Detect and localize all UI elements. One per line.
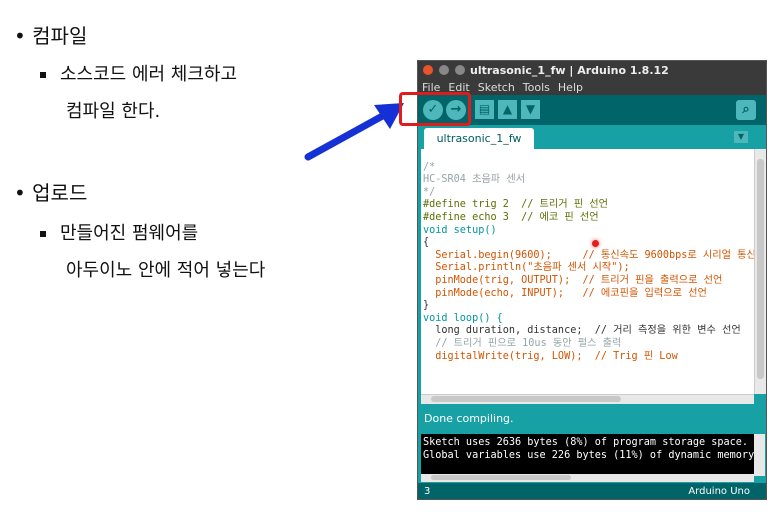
title-bar: ultrasonic_1_fw | Arduino 1.8.12 [418, 61, 766, 81]
code-line: */ [423, 186, 436, 198]
code-line: { [423, 237, 430, 249]
code-line: pinMode(trig, OUTPUT); // 트리거 핀을 출력으로 선언 [423, 274, 723, 286]
sub-upload-line2: 아두이노 안에 적어 넣는다 [66, 260, 266, 281]
serial-monitor-icon[interactable]: ⌕ [736, 100, 756, 120]
minimize-window-icon[interactable] [438, 65, 449, 75]
open-icon[interactable]: ▲ [498, 100, 517, 119]
code-line: #define trig 2 // 트리거 핀 선언 [423, 199, 609, 211]
window-title: ultrasonic_1_fw | Arduino 1.8.12 [470, 64, 669, 77]
status-bar: Done compiling. [418, 407, 766, 431]
code-line: #define echo 3 // 에코 핀 선언 [423, 211, 599, 223]
maximize-window-icon[interactable] [454, 65, 465, 75]
bottom-bar: 3 Arduino Uno [418, 483, 766, 499]
console-line: Global variables use 226 bytes (11%) of … [423, 450, 754, 461]
code-line: } [423, 300, 430, 312]
scrollbar-thumb[interactable] [757, 159, 764, 379]
code-line: HC-SR04 초음파 센서 [423, 174, 526, 186]
code-line: Serial.println("초음파 센서 시작"); [423, 262, 630, 274]
sub-upload-line1: 만들어진 펌웨어를 [40, 219, 198, 245]
code-line: /* [423, 161, 436, 173]
tab-menu-chevron-down-icon[interactable]: ▼ [734, 131, 748, 143]
scrollbar-thumb[interactable] [431, 396, 621, 402]
bullet-compile: • 컴파일 [14, 24, 88, 48]
bullet-upload: • 업로드 [14, 181, 88, 205]
bullet-upload-label: 업로드 [32, 181, 88, 205]
sub-compile-line2: 컴파일 한다. [66, 101, 161, 122]
editor-horizontal-scrollbar[interactable] [421, 394, 754, 404]
close-window-icon[interactable] [423, 65, 433, 75]
code-line: pinMode(echo, INPUT); // 에코핀을 입력으로 선언 [423, 287, 707, 299]
code-line: Serial.begin(9600); // 통신속도 9600bps로 시리얼… [423, 249, 754, 261]
cursor-dot-icon [592, 240, 599, 247]
board-name: Arduino Uno [688, 486, 750, 497]
code-editor[interactable]: /* HC-SR04 초음파 센서 */#define trig 2 // 트리거 … [421, 149, 754, 394]
bullet-compile-label: 컴파일 [32, 24, 88, 48]
status-text: Done compiling. [424, 412, 514, 425]
console-horizontal-scrollbar[interactable] [421, 474, 754, 482]
code-line: long duration, distance; // 거리 측정을 위한 변수… [423, 325, 741, 337]
code-line: void setup() [423, 224, 497, 236]
save-icon[interactable]: ▼ [521, 100, 540, 119]
menu-help[interactable]: Help [558, 81, 583, 94]
code-line: // 트리거 핀으로 10us 동안 펄스 출력 [423, 337, 622, 349]
verify-upload-highlight-box [399, 92, 471, 126]
editor-vertical-scrollbar[interactable] [754, 149, 766, 394]
square-bullet-icon [40, 72, 46, 78]
arduino-ide-window: ultrasonic_1_fw | Arduino 1.8.12 File Edi… [417, 60, 767, 500]
code-line: void loop() { [423, 312, 503, 324]
square-bullet-icon [40, 231, 46, 237]
code-line: digitalWrite(trig, LOW); // Trig 핀 Low [423, 350, 678, 362]
tab-ultrasonic-1-fw[interactable]: ultrasonic_1_fw [424, 128, 534, 149]
menu-sketch[interactable]: Sketch [478, 81, 515, 94]
sub-compile-line1: 소스코드 에러 체크하고 [40, 60, 237, 86]
menu-tools[interactable]: Tools [523, 81, 550, 94]
console-output: Sketch uses 2636 bytes (8%) of program s… [421, 434, 754, 476]
line-number: 3 [424, 486, 431, 497]
new-icon[interactable]: ▤ [475, 100, 494, 119]
scrollbar-thumb[interactable] [431, 475, 571, 480]
console-vertical-scrollbar[interactable] [754, 434, 765, 476]
tab-bar: ultrasonic_1_fw ▼ [418, 125, 766, 149]
console-line: Sketch uses 2636 bytes (8%) of program s… [423, 437, 749, 448]
